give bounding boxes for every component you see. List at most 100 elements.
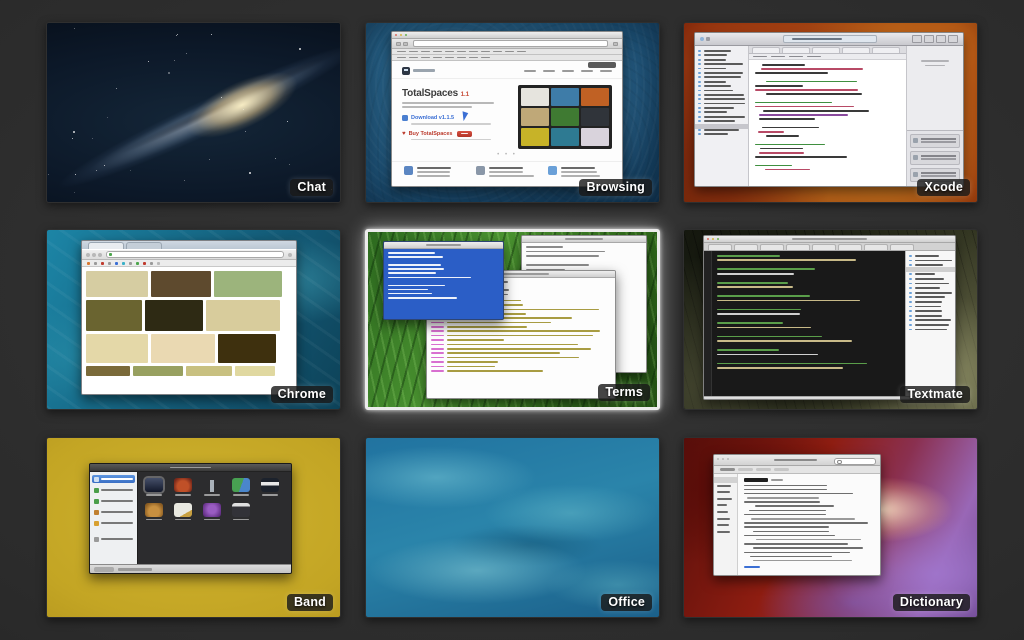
template-movie <box>231 503 251 521</box>
address-bar <box>413 40 608 47</box>
reader-button-icon <box>613 42 618 46</box>
template-songwriting <box>173 503 193 521</box>
space-tile-office[interactable]: Office <box>365 437 660 618</box>
line-number-gutter <box>704 251 712 396</box>
space-tile-dictionary[interactable]: Dictionary <box>683 437 978 618</box>
chrome-window <box>81 240 297 395</box>
garageband-titlebar <box>90 464 291 472</box>
image-thumbnail <box>86 366 130 376</box>
back-button-icon <box>86 253 90 257</box>
feature-3-icon <box>548 166 557 175</box>
google-images-results <box>82 267 296 395</box>
tagline-line-2 <box>402 106 472 108</box>
quick-help-panel <box>907 46 963 130</box>
stop-button-icon <box>706 37 710 41</box>
site-nav <box>524 70 612 72</box>
ssh-welcome-text <box>384 249 503 320</box>
space-tile-browsing[interactable]: TotalSpaces 1.1 Download v1.1.5 ♥ Buy To… <box>365 22 660 203</box>
space-label-chrome: Chrome <box>271 386 333 403</box>
forward-button-icon <box>92 253 96 257</box>
feature-3 <box>548 166 610 179</box>
price-button <box>457 131 472 137</box>
space-label-terms: Terms <box>598 384 650 401</box>
template-keyboard-collection <box>260 478 280 496</box>
store-icon <box>94 499 99 504</box>
feature-1-icon <box>404 166 413 175</box>
star-field <box>47 23 340 202</box>
template-podcast <box>202 503 222 521</box>
feature-columns <box>392 161 622 179</box>
navigator-sidebar <box>695 46 749 186</box>
sidebar-item-learn-to-play <box>92 486 135 494</box>
terminal-window-blue <box>383 241 504 320</box>
terminal-titlebar <box>522 236 646 243</box>
definition-text <box>744 485 874 565</box>
space-label-chat: Chat <box>290 179 333 196</box>
entries-sidebar <box>714 474 738 576</box>
textmate-body <box>704 251 955 396</box>
totalspaces-grid-overview: Chat TotalSpaces 1.1 <box>0 0 1024 640</box>
keyboard-icon <box>261 478 279 492</box>
sidebar-item-recent-projects <box>92 535 135 543</box>
image-thumbnail <box>86 300 142 331</box>
space-tile-terms[interactable]: Terms <box>365 229 660 410</box>
definition-pane <box>738 474 880 576</box>
space-label-textmate: Textmate <box>900 386 970 403</box>
binaryage-logo-icon <box>402 67 410 75</box>
dark-editor <box>704 251 905 396</box>
editor-tabs <box>749 46 906 54</box>
headword <box>744 478 874 482</box>
image-thumbnail <box>145 300 203 331</box>
chrome-bookmarks-bar <box>82 260 296 267</box>
code-lines <box>712 251 905 396</box>
reload-button-icon <box>98 253 102 257</box>
download-subtext <box>411 123 491 125</box>
omnibox <box>106 251 284 258</box>
forward-button-icon <box>403 42 408 46</box>
run-button-icon <box>700 37 704 41</box>
sidebar-item-ringtone <box>92 519 135 527</box>
space-tile-xcode[interactable]: Xcode <box>683 22 978 203</box>
blue-sea-wallpaper <box>366 438 659 617</box>
totalspaces-webpage: TotalSpaces 1.1 Download v1.1.5 ♥ Buy To… <box>392 61 622 187</box>
image-thumbnail <box>86 271 148 297</box>
space-label-band: Band <box>287 594 333 611</box>
feature-2-icon <box>476 166 485 175</box>
image-thumbnail <box>206 300 280 331</box>
galaxy-wallpaper <box>47 23 340 202</box>
product-headline: TotalSpaces 1.1 <box>402 88 510 99</box>
xcode-toolbar <box>695 33 963 46</box>
version-badge: 1.1 <box>461 91 469 98</box>
background-tab <box>126 242 162 249</box>
space-tile-textmate[interactable]: Textmate <box>683 229 978 410</box>
template-acoustic-instrument <box>144 503 164 521</box>
issues-list <box>907 130 963 186</box>
brand-wordmark <box>413 69 435 72</box>
safari-titlebar <box>392 32 622 39</box>
image-thumbnail <box>133 366 183 376</box>
recent-icon <box>94 537 99 542</box>
template-electric-guitar <box>173 478 193 496</box>
space-label-xcode: Xcode <box>917 179 970 196</box>
electric-guitar-icon <box>174 478 192 492</box>
space-tile-chrome[interactable]: Chrome <box>46 229 341 410</box>
dictionary-window <box>713 454 881 576</box>
safari-window: TotalSpaces 1.1 Download v1.1.5 ♥ Buy To… <box>391 31 623 187</box>
space-tile-band[interactable]: Band <box>46 437 341 618</box>
textmate-titlebar <box>704 236 955 243</box>
selected-entry-row <box>714 477 737 483</box>
new-project-icon <box>94 477 99 482</box>
space-tile-chat[interactable]: Chat <box>46 22 341 203</box>
garageband-window <box>89 463 292 574</box>
chrome-toolbar <box>82 249 296 260</box>
traffic-lights-icon <box>717 458 729 460</box>
sidebar-item-magic-garageband <box>92 508 135 516</box>
utility-panel <box>906 46 963 186</box>
chooser-sidebar <box>90 472 138 564</box>
download-icon <box>402 115 408 121</box>
chooser-footer <box>90 564 291 574</box>
learn-icon <box>94 488 99 493</box>
tagline-line <box>402 102 494 104</box>
space-label-browsing: Browsing <box>579 179 652 196</box>
feature-2 <box>476 166 538 179</box>
